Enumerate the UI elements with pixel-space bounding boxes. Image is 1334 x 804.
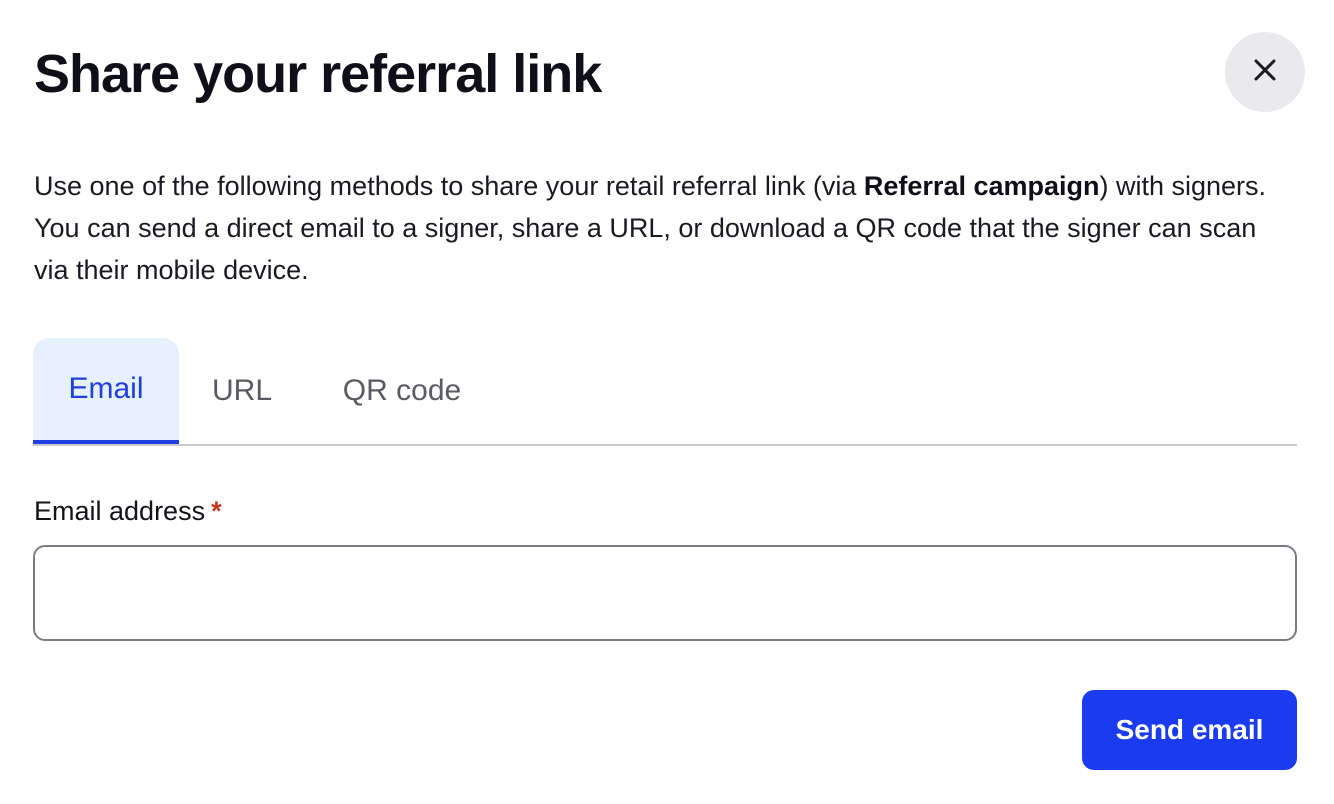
email-label-text: Email address [34, 496, 206, 526]
email-field-label: Email address * [34, 496, 222, 527]
close-icon [1251, 56, 1279, 89]
share-referral-dialog: Share your referral link Use one of the … [0, 0, 1334, 804]
campaign-name: Referral campaign [863, 171, 1100, 201]
send-email-button[interactable]: Send email [1082, 690, 1297, 770]
dialog-title: Share your referral link [34, 44, 602, 104]
dialog-description: Use one of the following methods to shar… [34, 165, 1296, 291]
share-method-tabs: Email URL QR code [33, 338, 1297, 446]
tab-url[interactable]: URL [195, 338, 289, 444]
required-marker: * [211, 496, 222, 526]
email-address-input[interactable] [33, 545, 1297, 641]
tab-qr-code[interactable]: QR code [323, 338, 481, 444]
close-button[interactable] [1225, 32, 1305, 112]
tab-email[interactable]: Email [33, 338, 179, 444]
description-text-start: Use one of the following methods to shar… [34, 171, 864, 201]
